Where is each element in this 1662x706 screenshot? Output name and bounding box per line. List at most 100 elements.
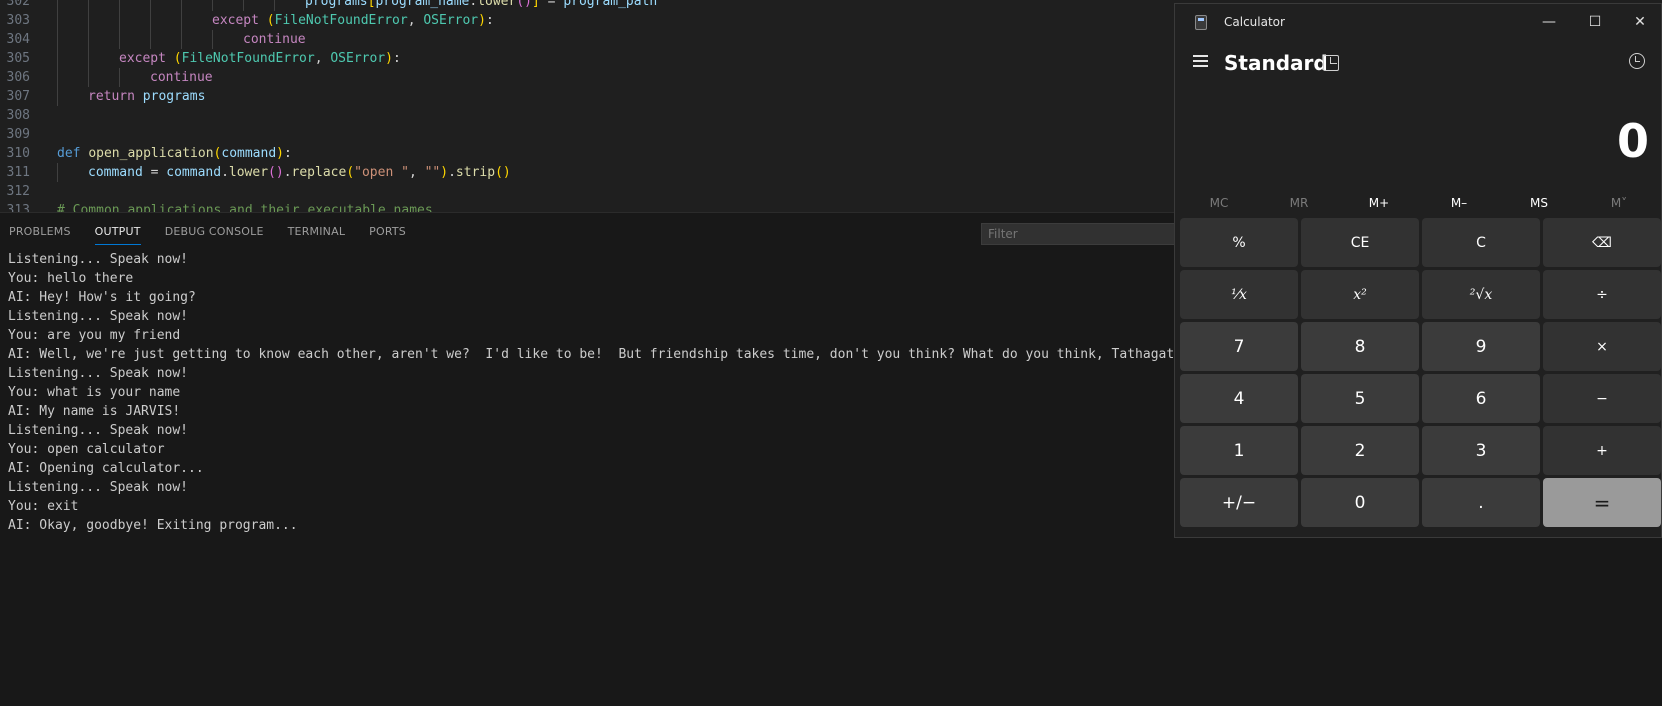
indent-guide (150, 0, 151, 11)
code-text: # Common applications and their executab… (57, 203, 433, 212)
add-button[interactable]: + (1543, 426, 1661, 475)
output-line: AI: Hey! How's it going? (8, 290, 196, 305)
line-number: 313 (6, 203, 30, 212)
line-number: 306 (6, 70, 30, 85)
memory-button-m[interactable]: M– (1419, 188, 1499, 218)
line-number: 309 (6, 127, 30, 142)
indent-guide (88, 49, 89, 68)
equals-button[interactable]: = (1543, 478, 1661, 527)
code-text: programs[program_name.lower()] = program… (305, 0, 658, 9)
square-button[interactable]: x² (1301, 270, 1419, 319)
maximize-button[interactable]: ☐ (1572, 4, 1618, 40)
memory-button-mplus[interactable]: M+ (1339, 188, 1419, 218)
digit-4-button[interactable]: 4 (1180, 374, 1298, 423)
history-icon[interactable] (1629, 53, 1645, 69)
navigation-menu-icon[interactable] (1193, 55, 1209, 67)
indent-guide (119, 0, 120, 11)
indent-guide (119, 30, 120, 49)
indent-guide (119, 68, 120, 87)
output-line: AI: Okay, goodbye! Exiting program... (8, 518, 298, 533)
code-text: continue (150, 70, 213, 85)
indent-guide (57, 87, 58, 106)
negate-button[interactable]: +/− (1180, 478, 1298, 527)
indent-guide (88, 30, 89, 49)
indent-guide (181, 0, 182, 11)
memory-button-ms[interactable]: MS (1499, 188, 1579, 218)
indent-guide (181, 11, 182, 30)
indent-guide (181, 30, 182, 49)
indent-guide (243, 0, 244, 11)
indent-guide (274, 0, 275, 11)
output-line: AI: Well, we're just getting to know eac… (8, 347, 1182, 362)
indent-guide (212, 0, 213, 11)
indent-guide (150, 30, 151, 49)
calculator-app-icon (1195, 15, 1207, 30)
indent-guide (57, 68, 58, 87)
square-root-button[interactable]: ²√x (1422, 270, 1540, 319)
calculator-titlebar[interactable]: Calculator — ☐ ✕ (1175, 4, 1661, 40)
line-number: 302 (6, 0, 30, 9)
digit-2-button[interactable]: 2 (1301, 426, 1419, 475)
percent-button[interactable]: % (1180, 218, 1298, 267)
digit-8-button[interactable]: 8 (1301, 322, 1419, 371)
output-line: You: open calculator (8, 442, 165, 457)
line-number: 303 (6, 13, 30, 28)
output-line: You: are you my friend (8, 328, 181, 343)
tab-debug-console[interactable]: DEBUG CONSOLE (165, 221, 264, 245)
tab-problems[interactable]: PROBLEMS (9, 221, 71, 245)
calculator-display: 0 (1616, 114, 1649, 168)
reciprocal-button[interactable]: ⅟x (1180, 270, 1298, 319)
line-number: 305 (6, 51, 30, 66)
output-line: You: hello there (8, 271, 134, 286)
window-title: Calculator (1224, 15, 1285, 29)
digit-3-button[interactable]: 3 (1422, 426, 1540, 475)
digit-6-button[interactable]: 6 (1422, 374, 1540, 423)
subtract-button[interactable]: − (1543, 374, 1661, 423)
decimal-button[interactable]: . (1422, 478, 1540, 527)
code-text: return programs (88, 89, 206, 104)
memory-row: MC MR M+ M– MS M˅ (1179, 188, 1659, 218)
digit-0-button[interactable]: 0 (1301, 478, 1419, 527)
clear-entry-button[interactable]: CE (1301, 218, 1419, 267)
indent-guide (119, 11, 120, 30)
indent-guide (57, 11, 58, 30)
indent-guide (88, 68, 89, 87)
keep-on-top-icon[interactable] (1323, 55, 1339, 71)
close-button[interactable]: ✕ (1617, 4, 1662, 40)
tab-ports[interactable]: PORTS (369, 221, 406, 245)
code-text: continue (243, 32, 306, 47)
line-number: 311 (6, 165, 30, 180)
output-log: Listening... Speak now! You: hello there A… (8, 250, 1182, 535)
code-text: command = command.lower().replace("open … (88, 165, 511, 180)
backspace-button[interactable]: ⌫ (1543, 218, 1661, 267)
output-line: You: what is your name (8, 385, 181, 400)
line-number: 308 (6, 108, 30, 123)
indent-guide (88, 11, 89, 30)
tab-output[interactable]: OUTPUT (94, 221, 141, 245)
output-line: Listening... Speak now! (8, 366, 189, 381)
digit-7-button[interactable]: 7 (1180, 322, 1298, 371)
digit-5-button[interactable]: 5 (1301, 374, 1419, 423)
indent-guide (57, 49, 58, 68)
memory-button-mr[interactable]: MR (1259, 188, 1339, 218)
minimize-button[interactable]: — (1526, 4, 1572, 40)
panel-tabs: PROBLEMS OUTPUT DEBUG CONSOLE TERMINAL PORTS (0, 213, 430, 253)
indent-guide (57, 163, 58, 182)
multiply-button[interactable]: × (1543, 322, 1661, 371)
output-line: You: exit (8, 499, 79, 514)
memory-button-mc[interactable]: MC (1179, 188, 1259, 218)
output-line: AI: Opening calculator... (8, 461, 204, 476)
output-line: Listening... Speak now! (8, 480, 189, 495)
code-text: except (FileNotFoundError, OSError): (119, 51, 401, 66)
output-line: AI: My name is JARVIS! (8, 404, 181, 419)
clear-button[interactable]: C (1422, 218, 1540, 267)
digit-1-button[interactable]: 1 (1180, 426, 1298, 475)
memory-button-m[interactable]: M˅ (1579, 188, 1659, 218)
output-line: Listening... Speak now! (8, 309, 189, 324)
indent-guide (57, 0, 58, 11)
filter-input[interactable] (981, 223, 1181, 245)
tab-terminal[interactable]: TERMINAL (288, 221, 346, 245)
line-number: 307 (6, 89, 30, 104)
divide-button[interactable]: ÷ (1543, 270, 1661, 319)
digit-9-button[interactable]: 9 (1422, 322, 1540, 371)
